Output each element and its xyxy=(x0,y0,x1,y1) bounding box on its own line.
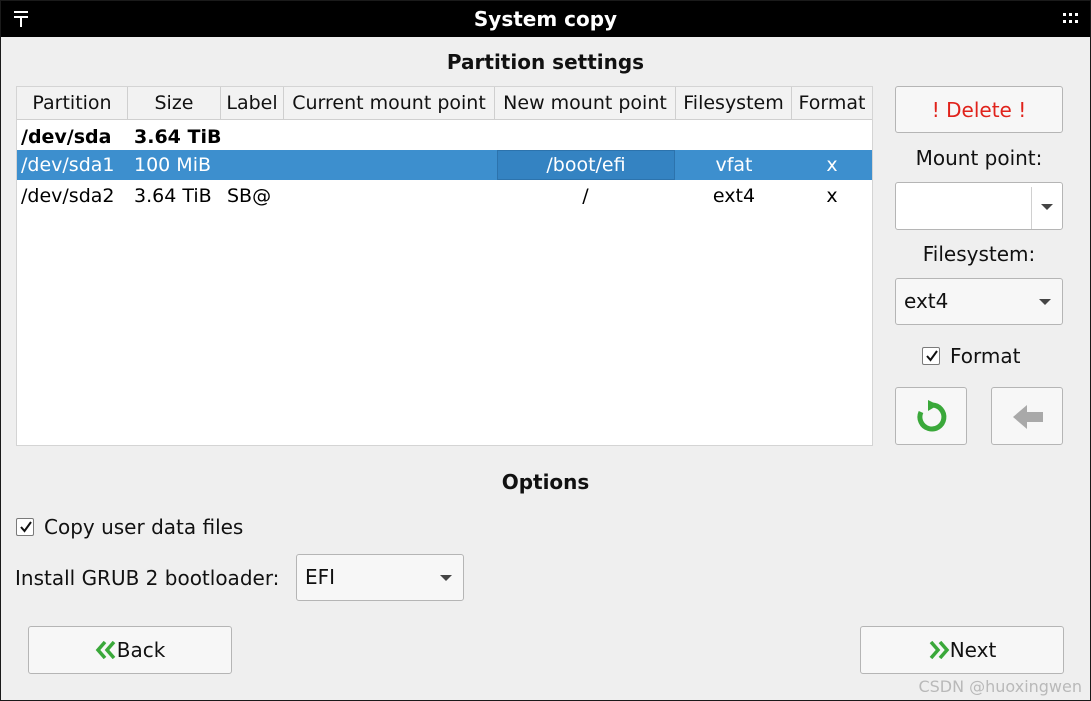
double-chevron-right-icon xyxy=(929,641,950,659)
cell-partition: /dev/sda1 xyxy=(21,154,115,176)
window-title: System copy xyxy=(473,7,618,31)
filesystem-value: ext4 xyxy=(904,289,949,313)
column-header-new-mount-point[interactable]: New mount point xyxy=(495,87,676,119)
watermark: CSDN @huoxingwen xyxy=(918,677,1082,696)
chevron-down-icon xyxy=(1039,299,1051,305)
format-checkbox[interactable] xyxy=(922,347,940,365)
column-header-partition[interactable]: Partition xyxy=(17,87,128,119)
copy-user-data-checkbox[interactable] xyxy=(16,518,34,536)
grub-bootloader-value: EFI xyxy=(305,565,336,589)
table-row-sda2[interactable]: /dev/sda2 3.64 TiB SB@ / ext4 x xyxy=(17,181,872,211)
chevron-down-icon[interactable] xyxy=(1041,204,1053,210)
cell-size: 100 MiB xyxy=(134,154,212,176)
gray-left-arrow-icon xyxy=(1013,405,1043,429)
chevron-down-icon xyxy=(440,575,452,581)
grub-bootloader-select[interactable]: EFI xyxy=(296,554,464,601)
cell-format: x xyxy=(826,185,838,207)
window-menu-icon[interactable] xyxy=(1062,11,1080,27)
column-header-current-mount-point[interactable]: Current mount point xyxy=(284,87,495,119)
grub-bootloader-label: Install GRUB 2 bootloader: xyxy=(15,566,280,590)
cell-partition: /dev/sda xyxy=(21,126,112,148)
title-bar: System copy xyxy=(1,1,1090,37)
table-row-sda[interactable]: /dev/sda 3.64 TiB xyxy=(17,122,872,152)
cell-partition: /dev/sda2 xyxy=(21,185,115,207)
cell-filesystem: ext4 xyxy=(712,185,756,207)
filesystem-select[interactable]: ext4 xyxy=(895,278,1063,325)
column-header-filesystem[interactable]: Filesystem xyxy=(676,87,792,119)
cell-label xyxy=(221,150,284,180)
options-title: Options xyxy=(501,470,590,494)
cell-label: SB@ xyxy=(227,185,272,207)
cell-size: 3.64 TiB xyxy=(134,126,222,148)
combo-separator xyxy=(1031,187,1032,229)
copy-user-data-label: Copy user data files xyxy=(44,515,244,539)
format-label: Format xyxy=(950,344,1021,368)
mount-point-combo[interactable] xyxy=(895,182,1063,230)
system-copy-window: System copy Partition settings Partition… xyxy=(0,0,1091,701)
mount-point-label: Mount point: xyxy=(915,146,1043,170)
column-header-format[interactable]: Format xyxy=(792,87,872,119)
filesystem-label: Filesystem: xyxy=(922,242,1036,266)
back-button[interactable]: Back xyxy=(28,626,232,674)
apply-button[interactable] xyxy=(895,387,967,445)
back-label: Back xyxy=(116,638,166,662)
column-header-label[interactable]: Label xyxy=(221,87,284,119)
next-label: Next xyxy=(949,638,997,662)
column-header-size[interactable]: Size xyxy=(128,87,221,119)
partition-table[interactable]: Partition Size Label Current mount point… xyxy=(16,86,873,446)
partition-settings-title: Partition settings xyxy=(446,50,645,74)
cell-format: x xyxy=(826,154,838,176)
cell-new-mount-point[interactable]: /boot/efi xyxy=(497,150,675,180)
table-row-sda1[interactable]: /dev/sda1 100 MiB /boot/efi vfat x xyxy=(17,150,872,180)
green-refresh-icon xyxy=(917,400,947,432)
revert-button[interactable] xyxy=(991,387,1063,445)
cell-size: 3.64 TiB xyxy=(134,185,212,207)
table-header: Partition Size Label Current mount point… xyxy=(17,87,872,120)
delete-button[interactable]: ! Delete ! xyxy=(895,86,1063,133)
next-button[interactable]: Next xyxy=(860,626,1064,674)
double-chevron-left-icon xyxy=(95,641,116,659)
cell-filesystem: vfat xyxy=(715,154,753,176)
cell-new-mount-point: / xyxy=(582,185,589,207)
